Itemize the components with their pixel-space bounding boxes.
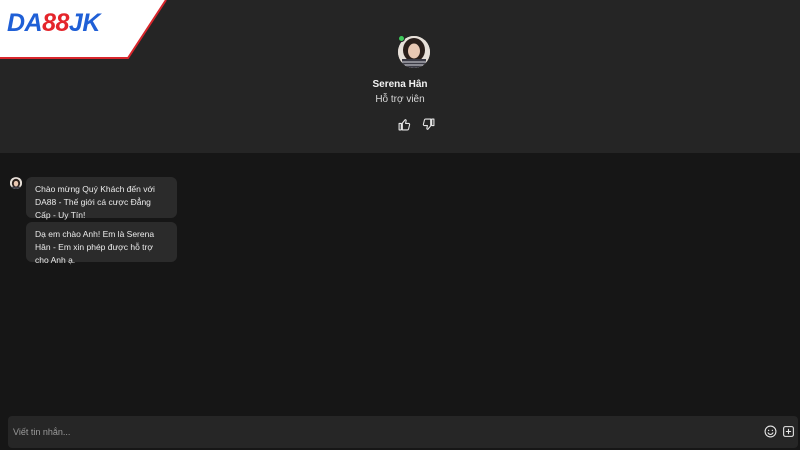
logo-part-jk: JK [68,9,100,37]
message-list[interactable]: Chào mừng Quý Khách đến với DA88 - Thế g… [0,153,800,415]
emoji-button[interactable] [764,425,777,438]
online-status-dot [398,35,405,42]
like-button[interactable] [397,117,411,131]
agent-name: Serena Hân [372,79,428,90]
message-input[interactable] [13,422,713,442]
attach-button[interactable] [782,425,795,438]
emoji-icon [764,425,777,438]
message-bubble: Chào mừng Quý Khách đến với DA88 - Thế g… [26,177,177,220]
thumbs-down-icon [422,118,434,130]
dislike-button[interactable] [421,117,435,131]
message-avatar [10,177,22,189]
attach-icon [783,426,794,437]
brand-logo[interactable]: DA88JK [0,0,170,60]
agent-role: Hỗ trợ viên [375,94,425,105]
chat-header: DA88JK Serena Hân Hỗ trợ viên [0,0,800,153]
thumbs-up-icon [398,118,410,130]
logo-text: DA88JK [7,9,100,37]
logo-part-88: 88 [42,9,69,37]
message-bubble: Dạ em chào Anh! Em là Serena Hân - Em xi… [26,222,177,265]
message-composer [8,416,798,448]
logo-part-da: DA [7,9,43,37]
